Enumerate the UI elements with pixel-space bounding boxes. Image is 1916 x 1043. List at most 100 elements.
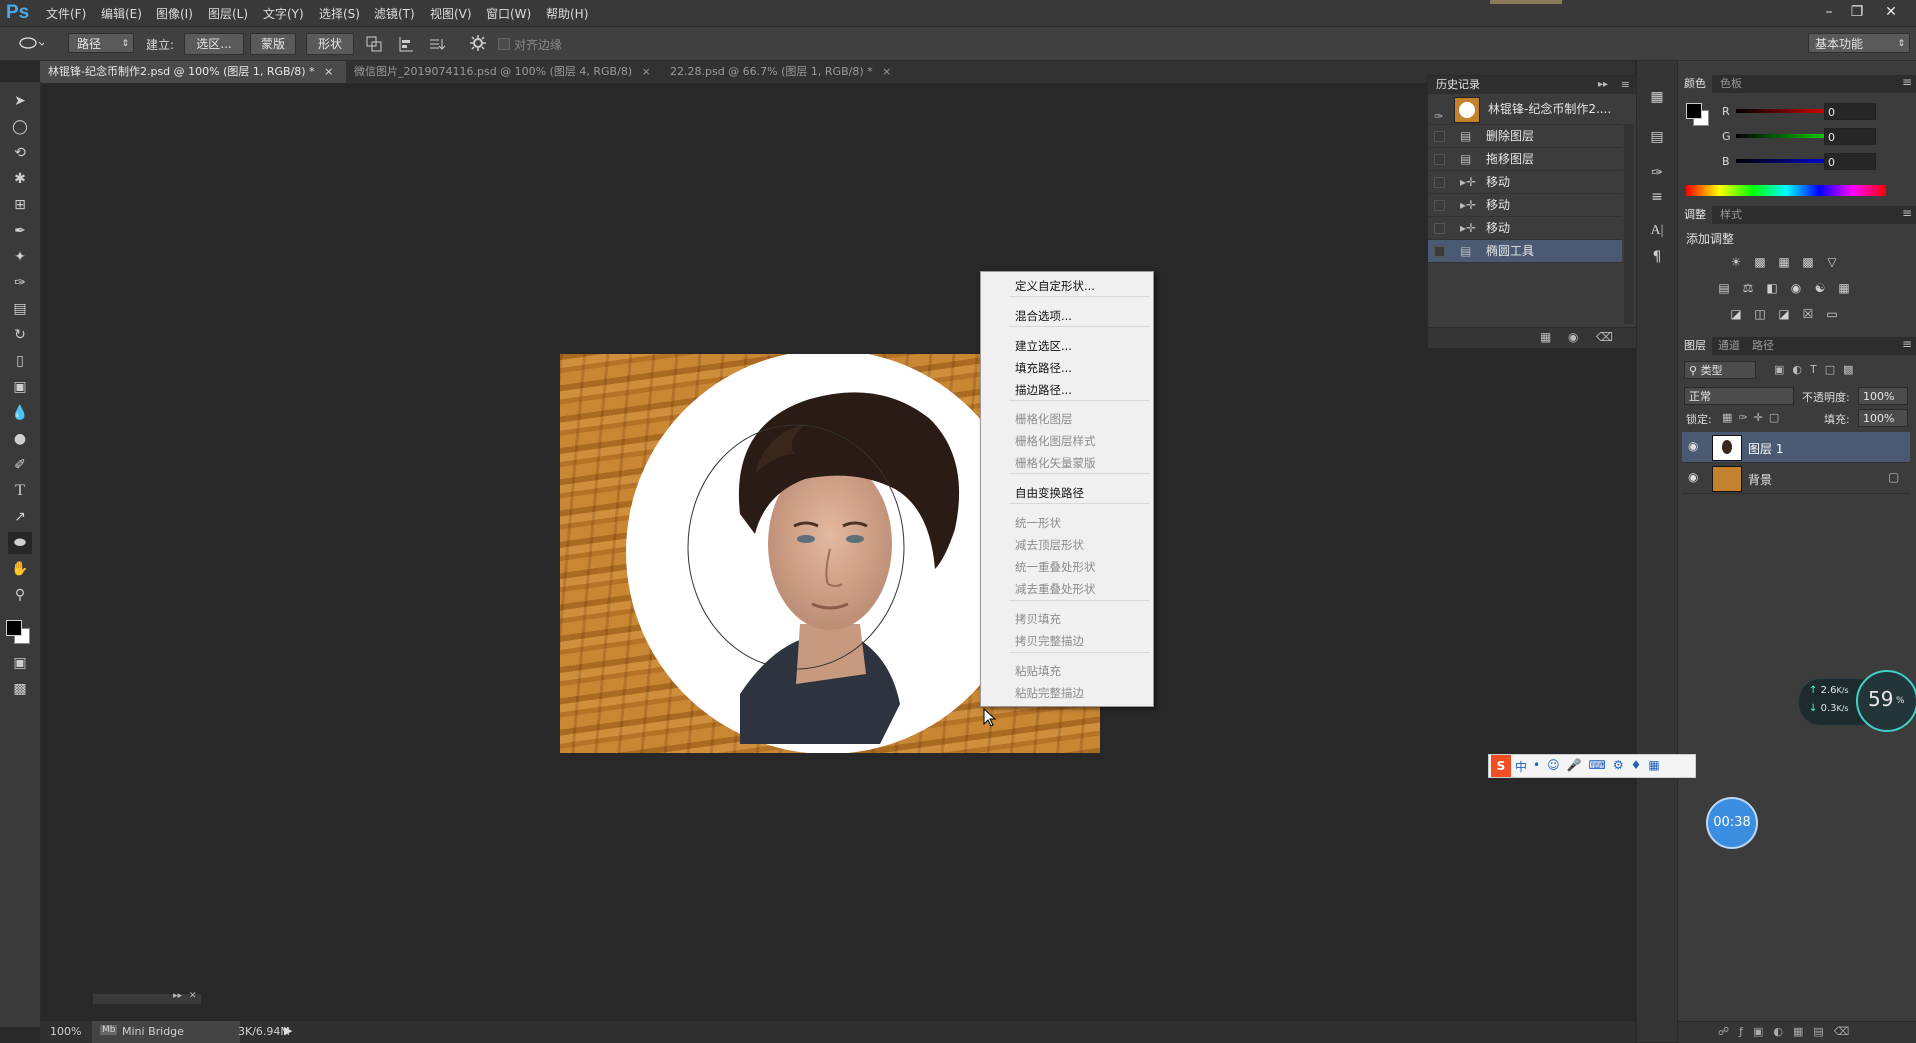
menu-filter[interactable]: 滤镜(T) [374, 5, 415, 22]
brush-presets-icon[interactable]: ≡ [1647, 187, 1667, 207]
mask-button[interactable]: 蒙版 [250, 33, 296, 55]
menu-file[interactable]: 文件(F) [46, 5, 86, 22]
path-alignment-icon[interactable] [398, 36, 414, 52]
history-scrollbar[interactable] [1624, 124, 1634, 324]
healing-brush-tool-icon[interactable]: ✦ [8, 246, 32, 268]
history-brush-checkbox[interactable] [1434, 177, 1445, 188]
ime-toolbar[interactable]: S 中 •☺🎤⌨⚙♦▦ [1488, 754, 1696, 778]
menu-edit[interactable]: 编辑(E) [101, 5, 142, 22]
history-item[interactable]: ▸✛ 移动 [1428, 217, 1622, 240]
mini-bridge-tab[interactable]: Mb Mini Bridge [92, 1021, 240, 1043]
new-document-from-state-icon[interactable]: ▦ [1540, 330, 1551, 344]
layer-row[interactable]: ◉ 背景 ▢ [1682, 463, 1910, 494]
blue-value[interactable]: 0 [1824, 153, 1876, 170]
tab-color[interactable]: 颜色 [1678, 75, 1712, 93]
crop-tool-icon[interactable]: ⊞ [8, 194, 32, 216]
eyedropper-tool-icon[interactable]: ✒ [8, 220, 32, 242]
history-brush-checkbox[interactable] [1434, 246, 1445, 257]
close-icon[interactable]: ✕ [1880, 2, 1902, 22]
history-item[interactable]: ▸✛ 移动 [1428, 171, 1622, 194]
menu-item-fill-path[interactable]: 填充路径... [1015, 360, 1072, 376]
threshold-icon[interactable]: ◪ [1776, 307, 1792, 321]
path-selection-tool-icon[interactable]: ↗ [8, 506, 32, 528]
opacity-input[interactable]: 100% [1858, 387, 1908, 405]
tab-styles[interactable]: 样式 [1714, 206, 1748, 224]
blend-mode-select[interactable]: 正常 [1684, 387, 1794, 405]
eraser-tool-icon[interactable]: ▯ [8, 350, 32, 372]
selective-color-icon[interactable]: ☒ [1800, 307, 1816, 321]
menu-help[interactable]: 帮助(H) [546, 5, 588, 22]
fill-input[interactable]: 100% [1858, 409, 1908, 427]
posterize-icon[interactable]: ◫ [1752, 307, 1768, 321]
tab-paths[interactable]: 路径 [1746, 337, 1780, 355]
ellipse-tool-icon[interactable]: ⬬ [8, 532, 32, 554]
layers-footer-icons[interactable]: ☍ƒ▣◐▦▤⌫ [1718, 1025, 1859, 1038]
close-tab-icon[interactable]: × [882, 65, 891, 78]
lock-icons[interactable]: ▦✑✛▢ [1722, 411, 1785, 424]
status-menu-arrow-icon[interactable]: ▶ [284, 1024, 292, 1037]
history-panel-icon[interactable]: ▦ [1647, 87, 1667, 107]
screen-mode-icon[interactable]: ▩ [8, 678, 32, 700]
brightness-icon[interactable]: ☀ [1728, 255, 1744, 269]
dodge-tool-icon[interactable]: ● [8, 428, 32, 450]
tab-document-3[interactable]: 22.28.psd @ 66.7% (图层 1, RGB/8) * × [662, 61, 899, 83]
sogou-logo-icon[interactable]: S [1491, 755, 1511, 777]
tab-adjustments[interactable]: 调整 [1678, 206, 1712, 224]
tab-document-2[interactable]: 微信图片_2019074116.psd @ 100% (图层 4, RGB/8)… [346, 61, 659, 83]
trash-icon[interactable]: ⌫ [1596, 330, 1613, 344]
timer-bubble[interactable]: 00:38 [1706, 797, 1758, 849]
type-tool-icon[interactable]: T [8, 480, 32, 502]
eye-icon[interactable]: ◉ [1688, 470, 1698, 484]
ime-language[interactable]: 中 [1515, 758, 1527, 775]
panel-menu-icon[interactable]: ≡ [1902, 206, 1912, 220]
color-balance-icon[interactable]: ⚖ [1740, 281, 1756, 295]
history-item[interactable]: ▤ 拖移图层 [1428, 148, 1622, 171]
move-tool-icon[interactable]: ➤ [8, 90, 32, 112]
paragraph-panel-icon[interactable]: ¶ [1647, 247, 1667, 267]
path-operations-icon[interactable] [366, 36, 382, 52]
layer-filter-select[interactable]: ⚲ 类型 [1684, 361, 1756, 379]
zoom-level[interactable]: 100% [50, 1025, 81, 1038]
photo-filter-icon[interactable]: ◉ [1788, 281, 1804, 295]
menu-item-define-custom-shape[interactable]: 定义自定形状... [1015, 278, 1095, 294]
layer-row-selected[interactable]: ◉ 图层 1 [1682, 432, 1910, 463]
foreground-color-swatch[interactable] [6, 620, 22, 636]
exposure-icon[interactable]: ▩ [1800, 255, 1816, 269]
restore-icon[interactable]: ❐ [1846, 2, 1868, 22]
pen-tool-icon[interactable]: ✐ [8, 454, 32, 476]
hue-saturation-icon[interactable]: ▤ [1716, 281, 1732, 295]
camera-icon[interactable]: ◉ [1568, 330, 1578, 344]
black-white-icon[interactable]: ◧ [1764, 281, 1780, 295]
gradient-tool-icon[interactable]: ▣ [8, 376, 32, 398]
color-foreground-swatch[interactable] [1686, 103, 1702, 119]
history-brush-checkbox[interactable] [1434, 223, 1445, 234]
ellipse-tool-preset-icon[interactable] [18, 36, 46, 50]
history-snapshot[interactable]: ✑ 林锟锋-纪念币制作2.... [1428, 94, 1622, 125]
gradient-map-icon[interactable]: ▭ [1824, 307, 1840, 321]
color-lookup-icon[interactable]: ▦ [1836, 281, 1852, 295]
brush-tool-icon[interactable]: ✑ [8, 272, 32, 294]
expand-icon[interactable]: ▸▸ [173, 991, 182, 1001]
minimize-icon[interactable]: – [1818, 2, 1840, 22]
tab-document-1[interactable]: 林锟锋-纪念币制作2.psd @ 100% (图层 1, RGB/8) * × [40, 61, 346, 83]
menu-select[interactable]: 选择(S) [319, 5, 360, 22]
layer-filter-icons[interactable]: ▣◐T□▩ [1774, 363, 1862, 376]
gear-icon[interactable] [470, 35, 486, 51]
menu-layer[interactable]: 图层(L) [208, 5, 248, 22]
channel-mixer-icon[interactable]: ☯ [1812, 281, 1828, 295]
history-item[interactable]: ▸✛ 移动 [1428, 194, 1622, 217]
history-brush-checkbox[interactable] [1434, 154, 1445, 165]
blur-tool-icon[interactable]: 💧 [8, 402, 32, 424]
hand-tool-icon[interactable]: ✋ [8, 558, 32, 580]
menu-window[interactable]: 窗口(W) [486, 5, 531, 22]
panel-menu-icon[interactable]: ≡ [1902, 75, 1912, 89]
menu-type[interactable]: 文字(Y) [263, 5, 304, 22]
mode-select[interactable]: 路径 ⇕ [68, 33, 134, 53]
history-brush-checkbox[interactable] [1434, 131, 1445, 142]
history-brush-tool-icon[interactable]: ↻ [8, 324, 32, 346]
shape-button[interactable]: 形状 [306, 33, 354, 55]
collapse-icon[interactable]: ▸▸ [1598, 76, 1608, 94]
history-brush-checkbox[interactable] [1434, 200, 1445, 211]
tab-swatches[interactable]: 色板 [1714, 75, 1748, 93]
eye-icon[interactable]: ◉ [1688, 439, 1698, 453]
